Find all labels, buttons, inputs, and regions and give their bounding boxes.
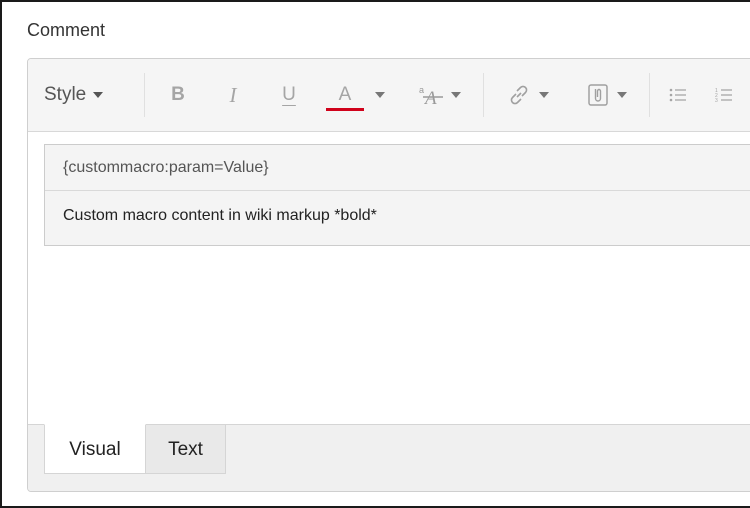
text-color-button[interactable]: A — [326, 59, 364, 131]
link-icon — [510, 85, 528, 105]
bold-button[interactable]: B — [163, 59, 193, 131]
underline-label: U — [282, 84, 296, 105]
macro-body[interactable]: Custom macro content in wiki markup *bol… — [45, 191, 750, 241]
editor-mode-tabs: Visual Text — [28, 424, 750, 491]
custom-macro-block[interactable]: {custommacro:param=Value} Custom macro c… — [44, 144, 750, 246]
caret-down-icon — [375, 92, 385, 98]
editor-content-area[interactable]: {custommacro:param=Value} Custom macro c… — [28, 132, 750, 424]
numbered-list-button[interactable]: 1 2 3 — [711, 59, 737, 131]
text-color-label: A — [338, 84, 352, 105]
numbered-list-icon: 1 2 3 — [715, 88, 732, 103]
caret-down-icon — [617, 92, 627, 98]
comment-label: Comment — [27, 20, 106, 40]
italic-button[interactable]: I — [218, 59, 248, 131]
caret-down-icon — [539, 92, 549, 98]
style-dropdown-button[interactable]: Style — [44, 59, 134, 131]
bold-label: B — [171, 84, 185, 105]
caret-down-icon — [93, 92, 104, 98]
editor-toolbar: Style B I U A a A 1 2 3 — [28, 59, 750, 132]
text-color-indicator — [326, 108, 364, 111]
macro-header: {custommacro:param=Value} — [45, 145, 750, 191]
svg-text:a: a — [419, 85, 424, 95]
text-size-dropdown-button[interactable]: a A — [405, 59, 475, 131]
bullet-list-icon — [669, 88, 686, 102]
style-label: Style — [44, 84, 87, 105]
attachment-dropdown-button[interactable] — [576, 59, 638, 131]
text-color-dropdown-button[interactable] — [370, 59, 390, 131]
link-dropdown-button[interactable] — [496, 59, 560, 131]
toolbar-separator — [483, 73, 484, 117]
rich-text-editor: Style B I U A a A 1 2 3 {custommacro:par… — [27, 58, 750, 492]
bullet-list-button[interactable] — [665, 59, 691, 131]
toolbar-separator — [144, 73, 145, 117]
attachment-icon — [588, 84, 608, 106]
tab-visual[interactable]: Visual — [44, 424, 146, 474]
caret-down-icon — [451, 92, 461, 98]
italic-label: I — [229, 82, 237, 107]
svg-text:3: 3 — [715, 98, 718, 103]
text-size-icon: a A — [419, 85, 443, 106]
comment-panel: Comment Style B I U A a A 1 2 3 {customm… — [0, 0, 750, 508]
toolbar-separator — [649, 73, 650, 117]
tab-text[interactable]: Text — [146, 424, 226, 474]
underline-button[interactable]: U — [274, 59, 304, 131]
